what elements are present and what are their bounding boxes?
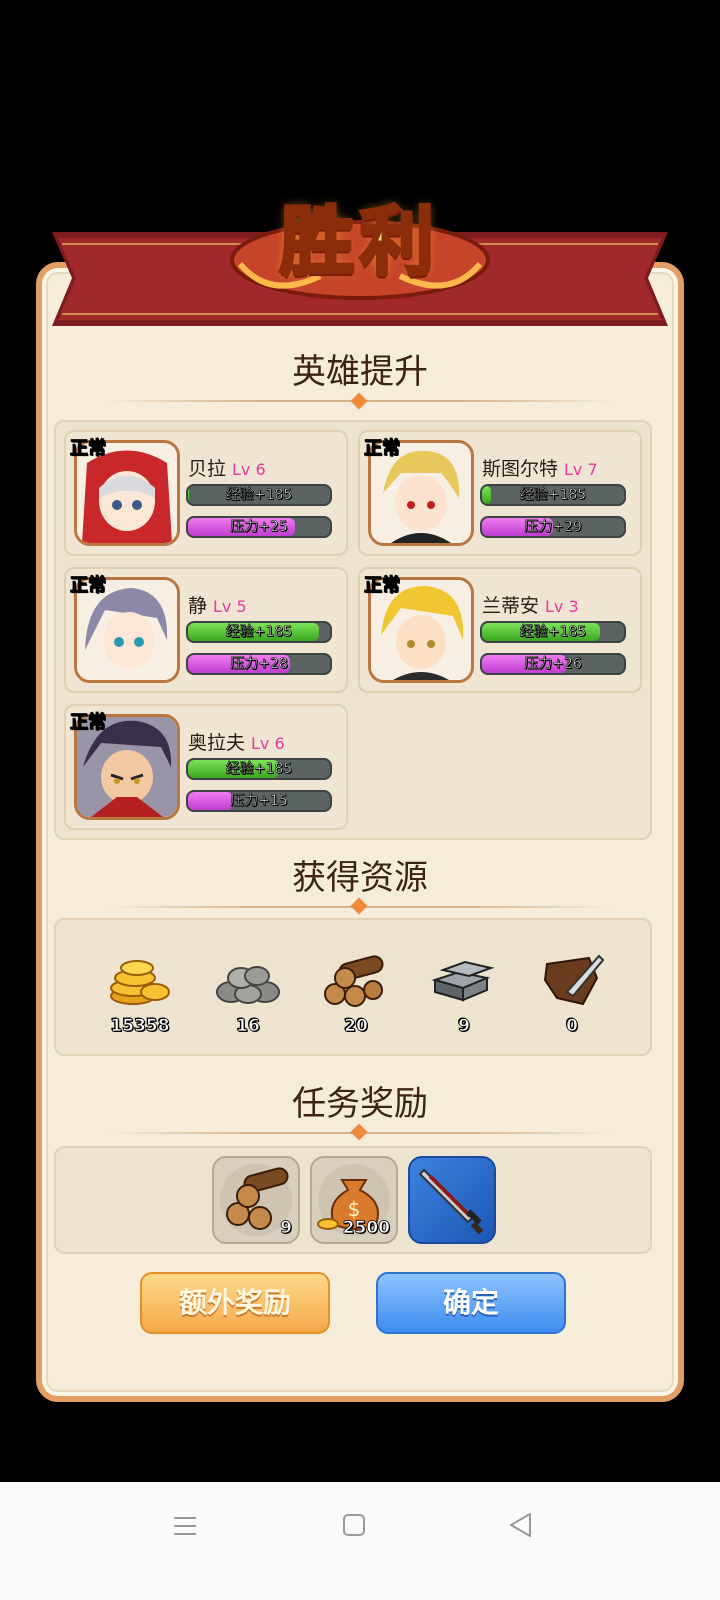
menu-icon[interactable] xyxy=(172,1514,198,1538)
reward-item[interactable] xyxy=(408,1156,496,1244)
resource-value: 9 xyxy=(458,1016,471,1037)
reward-value: 2500 xyxy=(342,1218,390,1239)
resource-value: 16 xyxy=(236,1016,260,1037)
resource-item: 0 xyxy=(524,948,620,1036)
resources-box: 15358 16 20 9 0 xyxy=(54,918,652,1056)
hero-card[interactable]: 正常 静 Lv 5 经验+185 压力+28 xyxy=(64,567,348,693)
system-nav-bar xyxy=(0,1482,720,1600)
hero-level: Lv 7 xyxy=(564,460,598,479)
hero-name-row: 兰蒂安 Lv 3 xyxy=(482,591,579,618)
exp-bar: 经验+185 xyxy=(480,621,626,643)
gold-coins-icon xyxy=(110,960,170,1005)
resource-item: 15358 xyxy=(92,948,188,1036)
stress-label: 压力+29 xyxy=(524,519,582,536)
resource-item: 9 xyxy=(416,948,512,1036)
reward-item[interactable]: $ 2500 xyxy=(310,1156,398,1244)
reward-value: 9 xyxy=(280,1218,293,1239)
hero-name: 奥拉夫 xyxy=(188,732,246,754)
hero-status: 正常 xyxy=(70,575,107,597)
victory-title: 胜利 xyxy=(278,197,440,287)
heroes-section-title: 英雄提升 xyxy=(292,352,428,392)
back-icon[interactable] xyxy=(508,1512,534,1538)
hero-level: Lv 6 xyxy=(232,460,266,479)
hero-status: 正常 xyxy=(364,438,401,460)
hero-name-row: 贝拉 Lv 6 xyxy=(188,454,266,481)
exp-label: 经验+185 xyxy=(225,624,293,641)
resources-section-title: 获得资源 xyxy=(292,858,428,898)
exp-bar: 经验+185 xyxy=(186,621,332,643)
hero-name: 斯图尔特 xyxy=(482,458,559,480)
stress-bar: 压力+25 xyxy=(186,516,332,538)
exp-label: 经验+185 xyxy=(519,487,587,504)
exp-bar: 经验+185 xyxy=(186,758,332,780)
hero-level: Lv 3 xyxy=(545,597,579,616)
sword-icon xyxy=(418,1168,484,1235)
leather-icon xyxy=(543,954,605,1006)
resource-value: 15358 xyxy=(110,1016,170,1037)
confirm-button[interactable]: 确定 xyxy=(376,1272,566,1334)
hero-name-row: 静 Lv 5 xyxy=(188,591,247,618)
resource-value: 20 xyxy=(344,1016,368,1037)
exp-label: 经验+185 xyxy=(225,761,293,778)
resource-item: 16 xyxy=(200,948,296,1036)
stress-label: 压力+26 xyxy=(524,656,582,673)
hero-card[interactable]: 正常 兰蒂安 Lv 3 经验+185 压力+26 xyxy=(358,567,642,693)
hero-name-row: 斯图尔特 Lv 7 xyxy=(482,454,598,481)
stress-bar: 压力+28 xyxy=(186,653,332,675)
hero-level: Lv 5 xyxy=(213,597,247,616)
stress-label: 压力+25 xyxy=(230,519,288,536)
home-icon[interactable] xyxy=(342,1513,366,1537)
exp-label: 经验+185 xyxy=(225,487,293,504)
stress-label: 压力+28 xyxy=(230,656,288,673)
stone-icon xyxy=(216,966,280,1004)
hero-status: 正常 xyxy=(364,575,401,597)
quest-section-title: 任务奖励 xyxy=(292,1084,428,1124)
hero-level: Lv 6 xyxy=(251,734,285,753)
stress-bar: 压力+15 xyxy=(186,790,332,812)
iron-ingot-icon xyxy=(431,960,495,1002)
resource-value: 0 xyxy=(566,1016,579,1037)
hero-name: 贝拉 xyxy=(188,458,227,480)
hero-card[interactable]: 正常 贝拉 Lv 6 经验+185 压力+25 xyxy=(64,430,348,556)
exp-bar: 经验+185 xyxy=(480,484,626,506)
exp-label: 经验+185 xyxy=(519,624,587,641)
exp-bar: 经验+185 xyxy=(186,484,332,506)
hero-status: 正常 xyxy=(70,712,107,734)
wood-logs-icon xyxy=(324,955,384,1007)
extra-reward-button[interactable]: 额外奖励 xyxy=(140,1272,330,1334)
reward-item[interactable]: 9 xyxy=(212,1156,300,1244)
hero-name: 兰蒂安 xyxy=(482,595,540,617)
hero-card[interactable]: 正常 奥拉夫 Lv 6 经验+185 压力+15 xyxy=(64,704,348,830)
stress-label: 压力+15 xyxy=(230,793,288,810)
hero-status: 正常 xyxy=(70,438,107,460)
stress-bar: 压力+26 xyxy=(480,653,626,675)
resource-item: 20 xyxy=(308,948,404,1036)
hero-name-row: 奥拉夫 Lv 6 xyxy=(188,728,285,755)
hero-name: 静 xyxy=(188,595,208,617)
quest-rewards-box: 9 $ 2500 xyxy=(54,1146,652,1254)
hero-card[interactable]: 正常 斯图尔特 Lv 7 经验+185 压力+29 xyxy=(358,430,642,556)
stress-bar: 压力+29 xyxy=(480,516,626,538)
